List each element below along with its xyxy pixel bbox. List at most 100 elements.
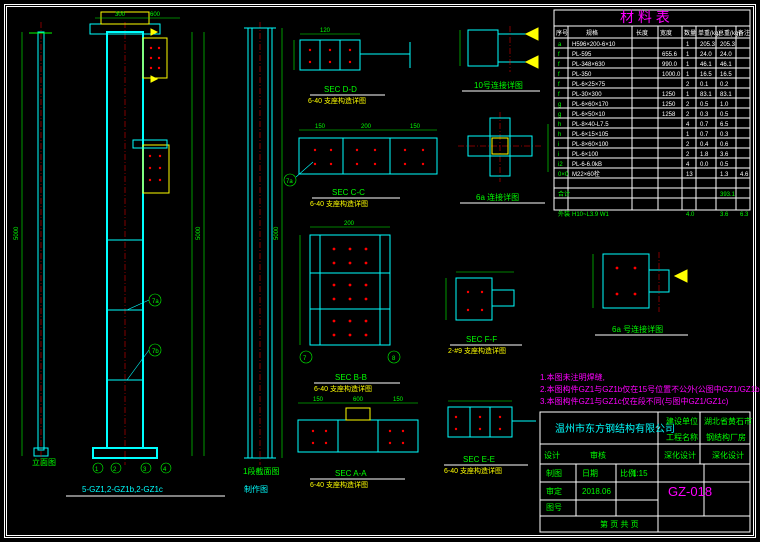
svg-text:SEC D-D: SEC D-D <box>324 85 357 94</box>
svg-text:i: i <box>558 152 559 158</box>
svg-text:1258: 1258 <box>662 112 676 118</box>
svg-text:h: h <box>558 122 561 128</box>
note-2: 2.本图构件GZ1与GZ1b仅在15号位置不公外(公图中GZ1/GZ1b), <box>540 384 760 394</box>
svg-text:1段截面图: 1段截面图 <box>243 466 279 476</box>
detail-10 <box>460 26 538 72</box>
svg-text:2: 2 <box>686 112 690 118</box>
svg-text:宽度: 宽度 <box>660 29 672 37</box>
svg-text:655.6: 655.6 <box>662 52 678 58</box>
svg-text:2: 2 <box>686 82 690 88</box>
svg-text:1: 1 <box>686 42 690 48</box>
svg-text:205.3: 205.3 <box>700 42 716 48</box>
svg-text:SEC E-E: SEC E-E <box>463 455 495 464</box>
sec-cc: 150200150 7a <box>284 124 437 186</box>
svg-text:6a 连接详图: 6a 连接详图 <box>476 192 519 202</box>
svg-text:0.3: 0.3 <box>720 132 729 138</box>
svg-text:深化设计: 深化设计 <box>664 450 696 460</box>
svg-text:990.0: 990.0 <box>662 62 678 68</box>
svg-text:6.3: 6.3 <box>740 212 749 218</box>
svg-text:150: 150 <box>410 124 421 130</box>
svg-text:0.4: 0.4 <box>700 142 709 148</box>
svg-text:h: h <box>558 132 561 138</box>
svg-text:i2: i2 <box>558 162 563 168</box>
svg-text:1.0: 1.0 <box>720 102 729 108</box>
strip-view: 5000 <box>244 22 282 465</box>
svg-text:工程名称: 工程名称 <box>666 432 698 442</box>
svg-text:PL-6×50×10: PL-6×50×10 <box>572 112 606 118</box>
svg-text:83.1: 83.1 <box>720 92 732 98</box>
svg-text:6-40 支座构造详图: 6-40 支座构造详图 <box>444 466 502 475</box>
svg-text:393.1: 393.1 <box>720 192 736 198</box>
svg-text:制图: 制图 <box>546 468 562 478</box>
elevation-left: 5000 <box>14 12 204 473</box>
svg-text:i: i <box>558 142 559 148</box>
svg-text:24.0: 24.0 <box>720 52 732 58</box>
svg-text:0.5: 0.5 <box>720 112 729 118</box>
svg-text:1000.0: 1000.0 <box>662 72 681 78</box>
note-3: 3.本图构件GZ1与GZ1c仅在段不同(与图中GZ1/GZ1c) <box>540 396 729 406</box>
svg-text:SEC F-F: SEC F-F <box>466 335 497 344</box>
svg-text:制作图: 制作图 <box>244 484 268 494</box>
svg-text:备注: 备注 <box>738 29 750 37</box>
svg-text:2: 2 <box>686 152 690 158</box>
svg-text:PL-8×60×100: PL-8×60×100 <box>572 142 609 148</box>
svg-text:f: f <box>558 82 560 88</box>
svg-text:0.5: 0.5 <box>700 102 709 108</box>
svg-text:3.6: 3.6 <box>720 212 729 218</box>
svg-text:1: 1 <box>686 92 690 98</box>
svg-text:7: 7 <box>303 356 307 362</box>
svg-text:0.0: 0.0 <box>700 162 709 168</box>
svg-text:46.1: 46.1 <box>720 62 732 68</box>
svg-text:1: 1 <box>686 52 690 58</box>
svg-text:5000: 5000 <box>274 226 280 240</box>
svg-text:2018.06: 2018.06 <box>582 487 611 496</box>
svg-text:0.3: 0.3 <box>700 112 709 118</box>
svg-text:6-40 支座构造详图: 6-40 支座构造详图 <box>314 384 372 393</box>
svg-text:1250: 1250 <box>662 102 676 108</box>
svg-text:150: 150 <box>315 124 326 130</box>
svg-text:图号: 图号 <box>546 503 562 512</box>
svg-text:1.8: 1.8 <box>700 152 709 158</box>
svg-text:GZ-018: GZ-018 <box>668 484 712 499</box>
detail-6a <box>458 112 548 182</box>
svg-text:PL-350: PL-350 <box>572 72 592 78</box>
svg-text:H596×200-6×10: H596×200-6×10 <box>572 42 616 48</box>
svg-text:0×0: 0×0 <box>558 172 569 178</box>
svg-text:单重(kg): 单重(kg) <box>698 29 720 37</box>
svg-text:PL-6-6.0kB: PL-6-6.0kB <box>572 162 602 168</box>
svg-text:数量: 数量 <box>684 29 696 37</box>
svg-text:7a: 7a <box>152 299 159 305</box>
svg-text:300: 300 <box>115 12 126 18</box>
svg-text:g: g <box>558 112 561 118</box>
svg-text:建设单位: 建设单位 <box>666 416 698 426</box>
svg-text:PL-348×630: PL-348×630 <box>572 62 606 68</box>
svg-text:46.1: 46.1 <box>700 62 712 68</box>
svg-text:外装: 外装 <box>558 210 570 218</box>
svg-text:200: 200 <box>361 124 372 130</box>
svg-text:1250: 1250 <box>662 92 676 98</box>
svg-text:4: 4 <box>686 122 690 128</box>
svg-text:规格: 规格 <box>586 29 598 37</box>
svg-text:PL-6×25×75: PL-6×25×75 <box>572 82 606 88</box>
svg-text:立面图: 立面图 <box>32 457 56 467</box>
note-1: 1.本图未注明焊缝, <box>540 372 605 382</box>
svg-text:5000: 5000 <box>196 226 202 240</box>
svg-text:120: 120 <box>320 28 331 34</box>
svg-text:长度: 长度 <box>636 29 648 37</box>
svg-text:审定: 审定 <box>546 486 562 496</box>
svg-text:PL-595: PL-595 <box>572 52 592 58</box>
sec-ee <box>448 401 536 437</box>
svg-text:150: 150 <box>393 397 404 403</box>
svg-text:6-40 支座构造详图: 6-40 支座构造详图 <box>310 199 368 208</box>
svg-text:0.7: 0.7 <box>700 122 709 128</box>
svg-text:2: 2 <box>686 142 690 148</box>
svg-text:SEC A-A: SEC A-A <box>335 469 367 478</box>
svg-text:6-40 支座构造详图: 6-40 支座构造详图 <box>310 480 368 489</box>
svg-text:温州市东方钢结构有限公司: 温州市东方钢结构有限公司 <box>555 422 675 435</box>
sec-dd: 120 <box>294 28 410 70</box>
material-table: 材 料 表 序号 规格 长度 宽度 数 <box>554 9 750 218</box>
svg-text:f: f <box>558 92 560 98</box>
main-title: 5-GZ1,2-GZ1b,2-GZ1c <box>82 485 163 494</box>
detail-6b <box>593 252 687 312</box>
svg-text:审核: 审核 <box>590 450 606 460</box>
